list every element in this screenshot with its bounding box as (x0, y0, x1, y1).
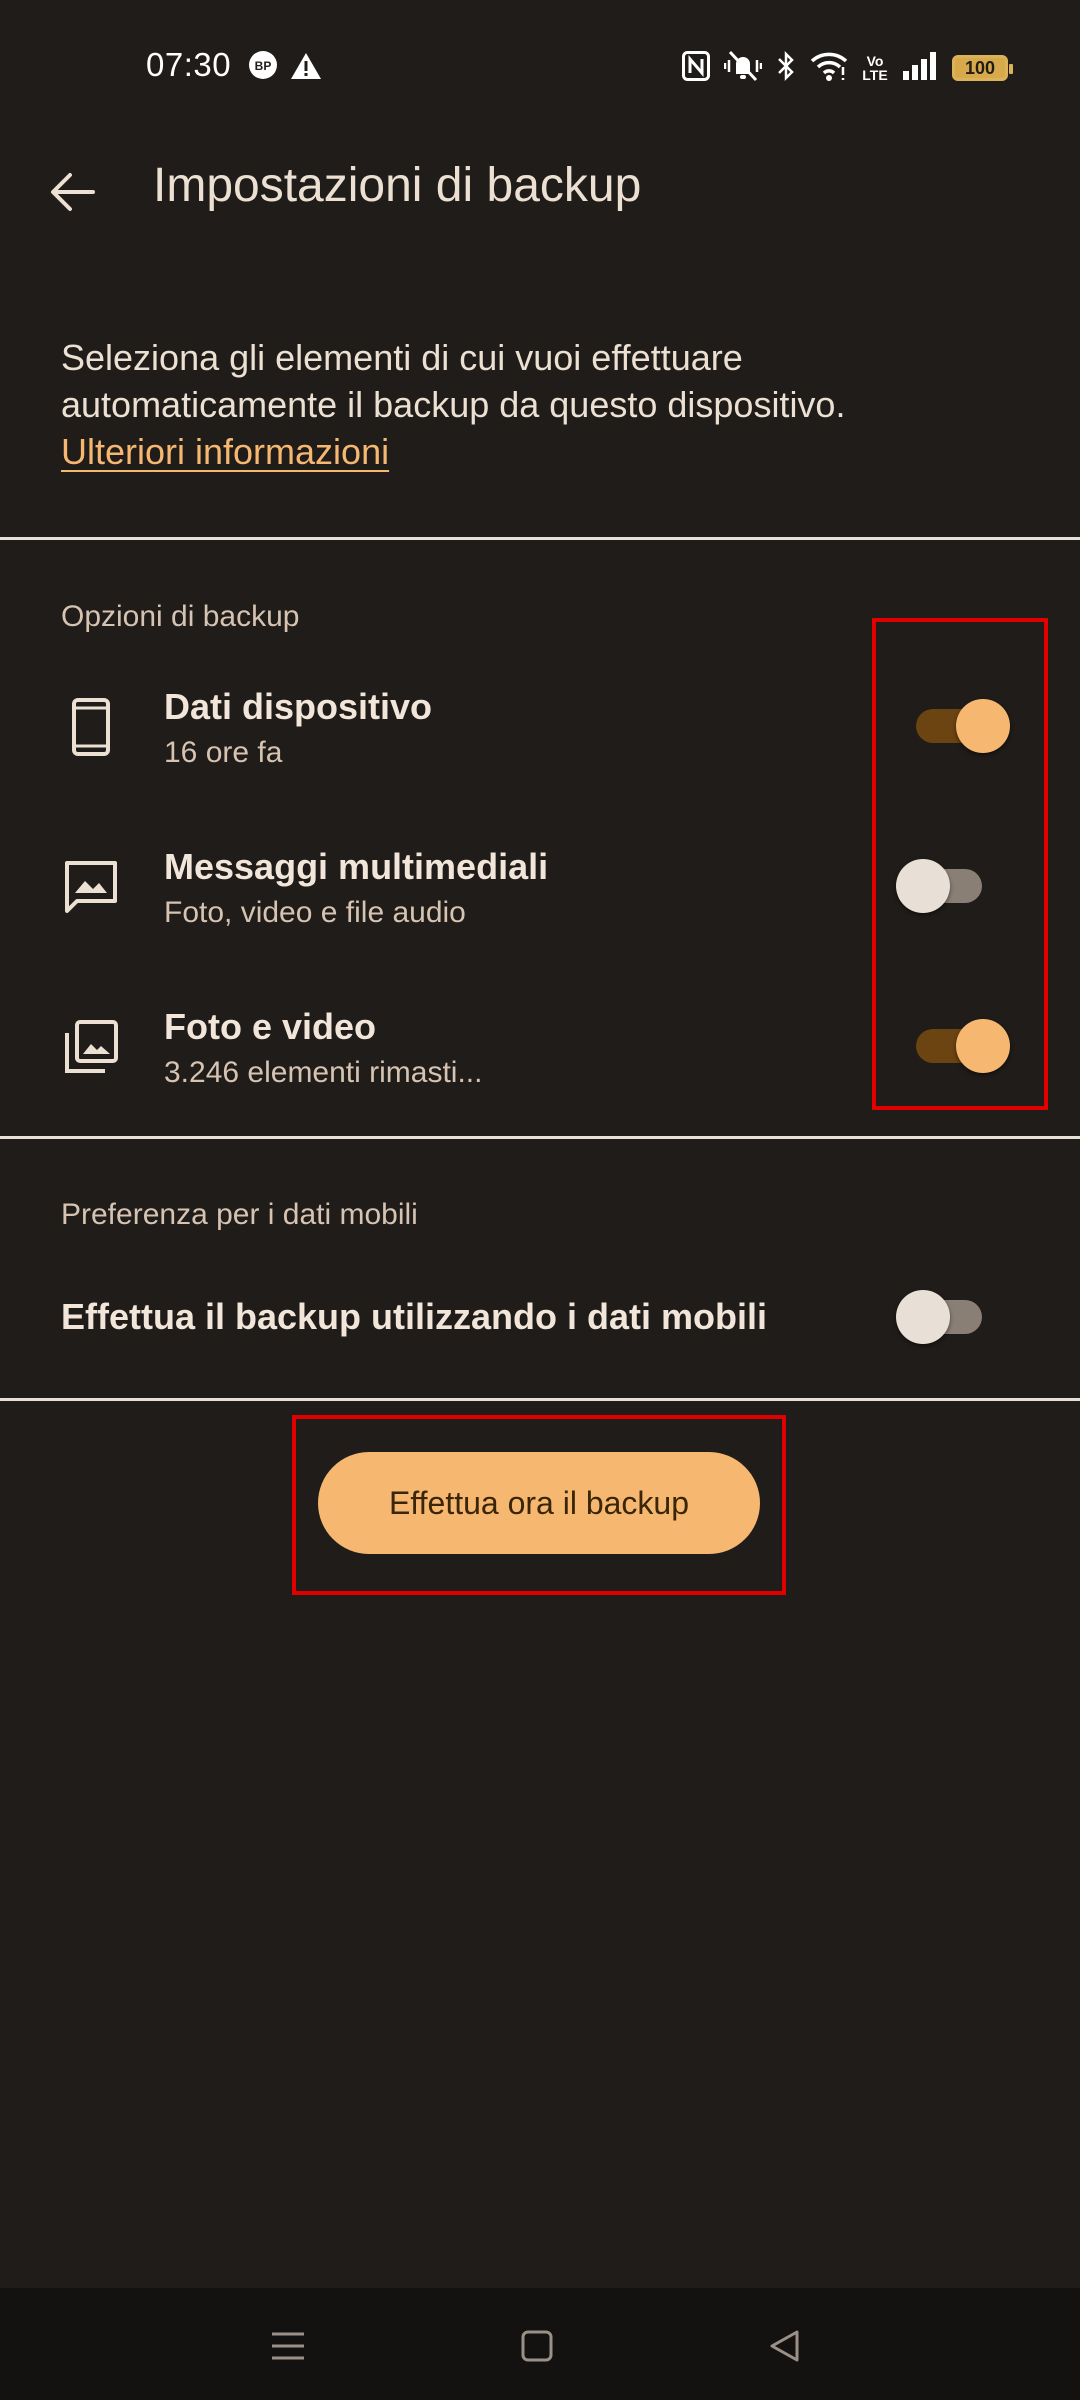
smartphone-icon (60, 696, 122, 758)
description: Seleziona gli elementi di cui vuoi effet… (61, 334, 1021, 475)
home-icon[interactable] (507, 2316, 567, 2376)
divider (0, 537, 1080, 540)
highlight-box-toggles (872, 618, 1048, 1110)
warning-icon (290, 52, 322, 85)
menu-icon[interactable] (258, 2316, 318, 2376)
nfc-icon (682, 50, 710, 86)
cell-signal-icon (902, 51, 938, 86)
status-time: 07:30 (146, 46, 232, 83)
back-icon[interactable] (754, 2316, 814, 2376)
wifi-icon (810, 51, 848, 86)
divider (0, 1136, 1080, 1139)
battery-icon: 100 (952, 55, 1013, 81)
arrow-back-icon (51, 173, 95, 211)
mobile-data-label[interactable]: Effettua il backup utilizzando i dati mo… (61, 1296, 767, 1338)
item-title: Foto e video (164, 1006, 377, 1047)
item-title: Messaggi multimediali (164, 846, 549, 887)
status-icons: Vo LTE 100 (682, 48, 1013, 88)
backup-options-header: Opzioni di backup (61, 600, 300, 633)
mms-image-icon (60, 856, 122, 918)
navigation-bar (0, 2288, 1080, 2400)
screen: 07:30 BP Vo LTE 100 Impostazioni di back… (0, 0, 1080, 2400)
item-subtitle: 16 ore fa (164, 736, 283, 769)
svg-text:BP: BP (255, 59, 272, 73)
back-button[interactable] (36, 156, 108, 228)
item-subtitle: Foto, video e file audio (164, 896, 466, 929)
learn-more-link[interactable]: Ulteriori informazioni (61, 428, 389, 475)
mute-vibrate-icon (723, 50, 763, 87)
volte-icon: Vo LTE (862, 53, 888, 83)
mobile-data-header: Preferenza per i dati mobili (61, 1198, 418, 1231)
item-subtitle: 3.246 elementi rimasti... (164, 1056, 483, 1089)
bp-notification-icon: BP (248, 50, 278, 85)
photo-library-icon (60, 1016, 122, 1078)
highlight-box-button (292, 1415, 786, 1595)
bluetooth-icon (776, 50, 796, 87)
item-title: Dati dispositivo (164, 686, 433, 727)
divider (0, 1398, 1080, 1401)
battery-level: 100 (964, 58, 996, 78)
description-text: Seleziona gli elementi di cui vuoi effet… (61, 337, 846, 425)
page-title: Impostazioni di backup (153, 159, 642, 212)
status-bar: 07:30 BP Vo LTE 100 (0, 0, 1080, 136)
mobile-data-toggle[interactable] (896, 1290, 982, 1344)
app-bar: Impostazioni di backup (0, 136, 1080, 240)
